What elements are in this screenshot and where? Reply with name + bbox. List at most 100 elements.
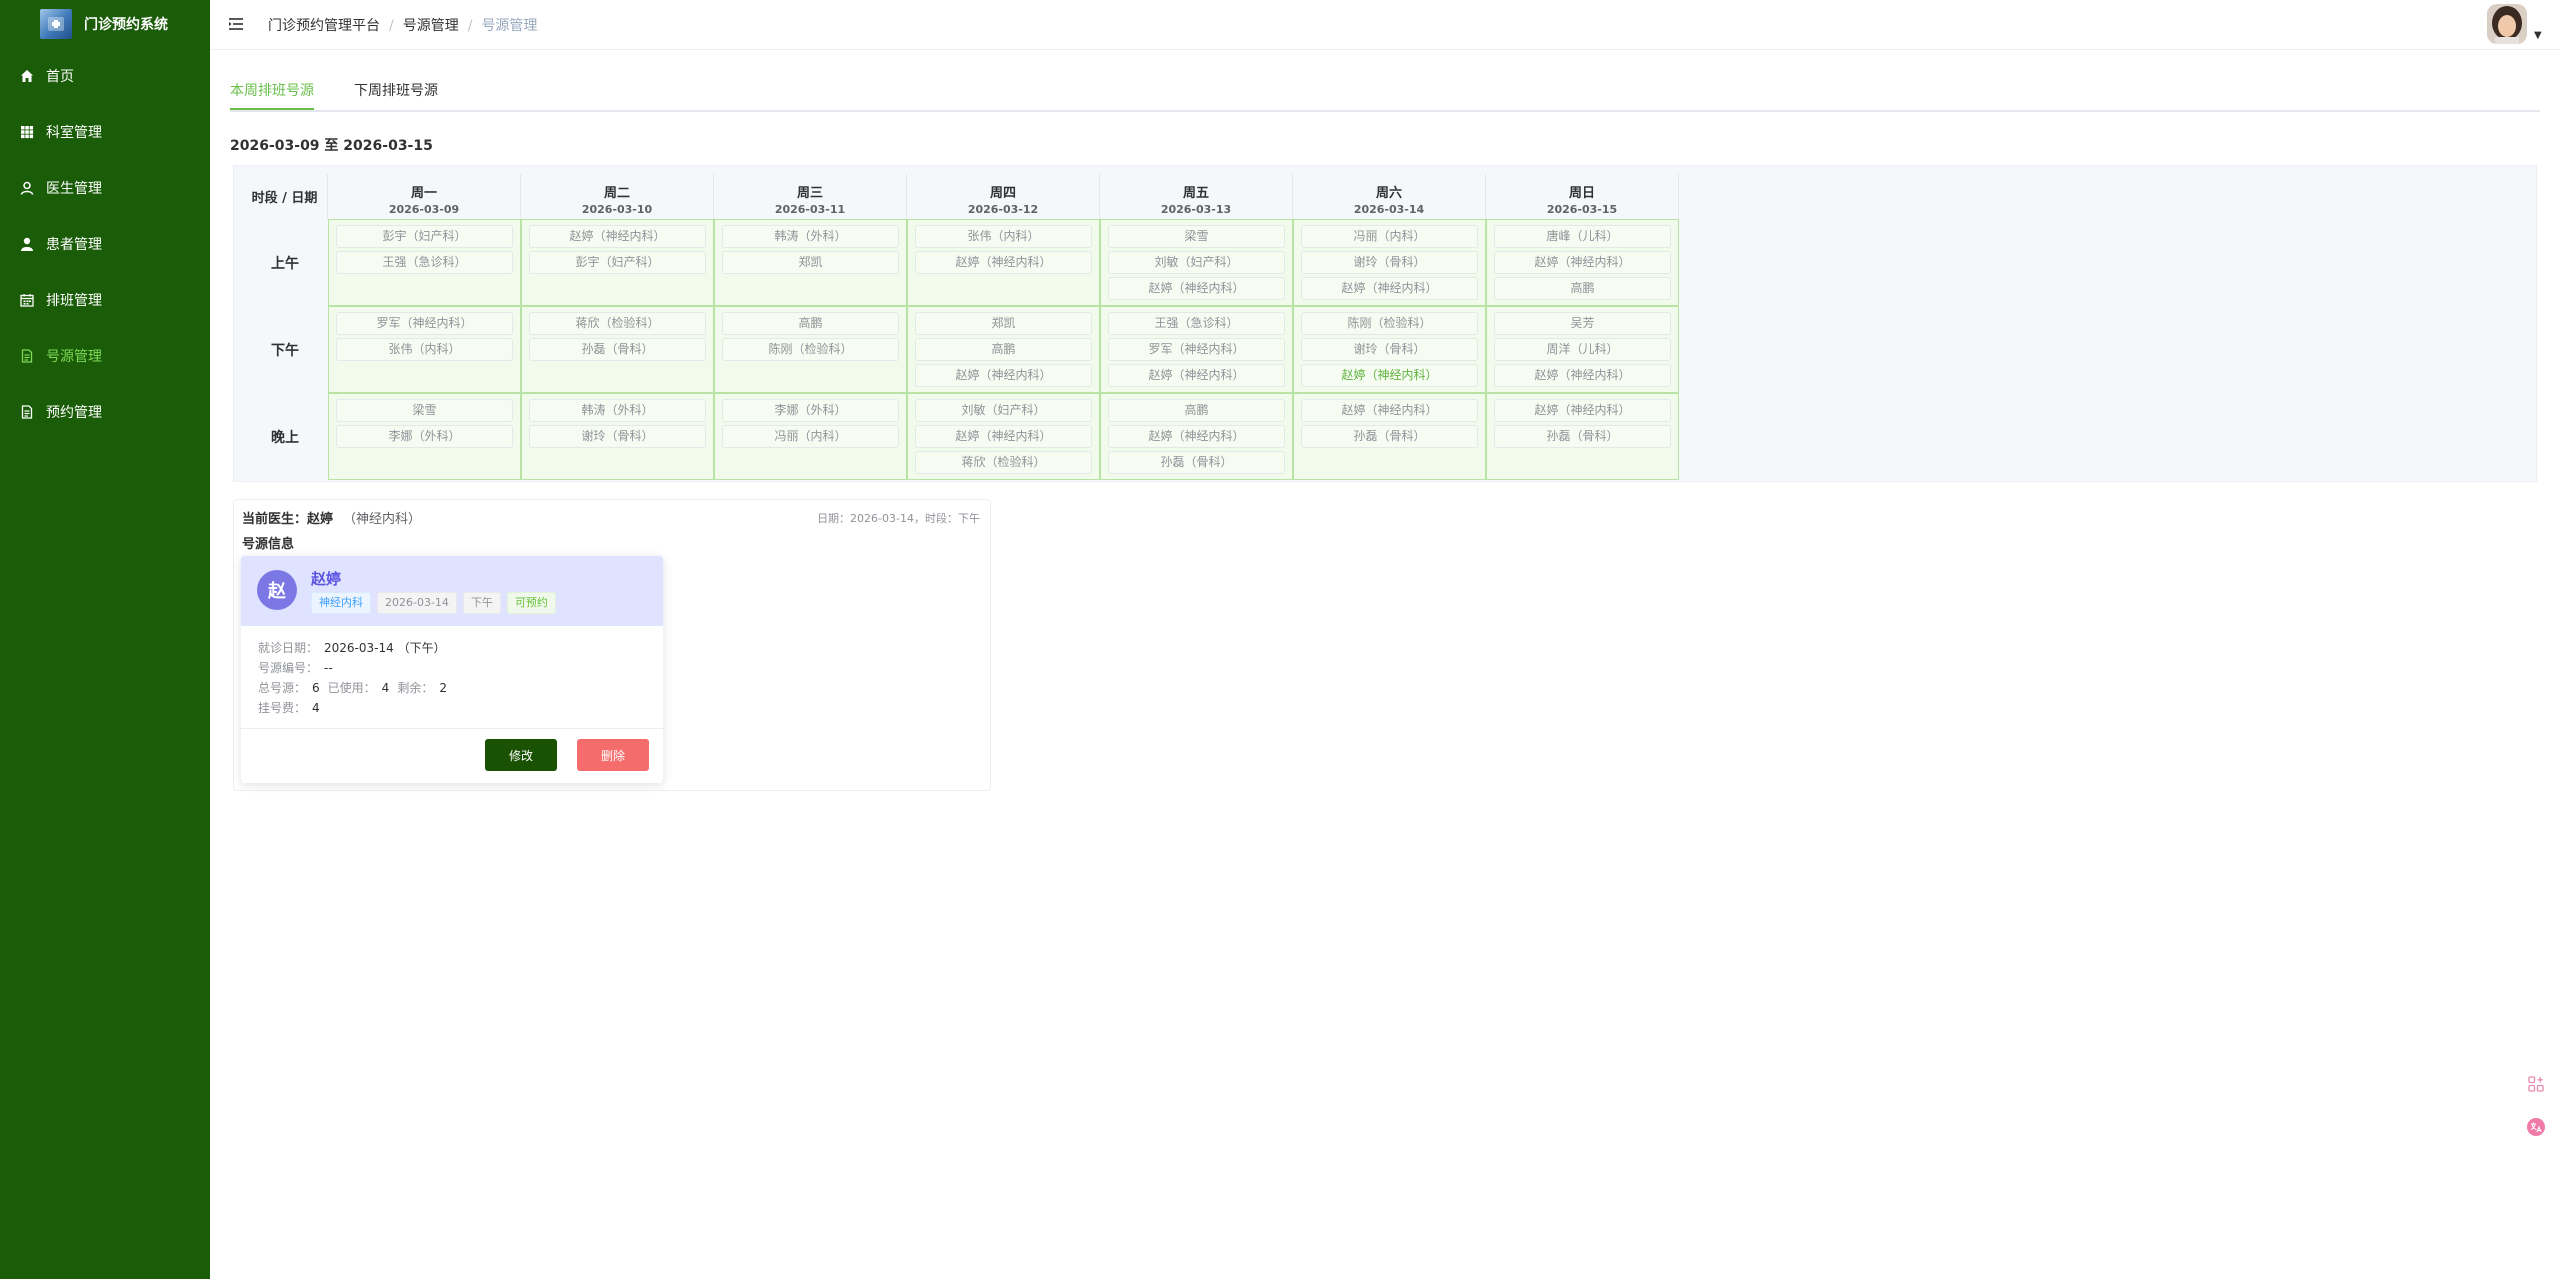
avatar-photo-icon	[2487, 4, 2527, 44]
schedule-cell: 韩涛（外科） 谢玲（骨科）	[521, 393, 714, 480]
schedule-slot[interactable]: 梁雪	[1108, 225, 1285, 248]
schedule-cell: 刘敏（妇产科） 赵婷（神经内科） 蒋欣（检验科）	[907, 393, 1100, 480]
schedule-slot[interactable]: 王强（急诊科）	[336, 251, 513, 274]
schedule-slot[interactable]: 赵婷（神经内科）	[1108, 277, 1285, 300]
day-date: 2026-03-14	[1353, 203, 1425, 216]
doctor-name: 赵婷	[311, 570, 342, 588]
current-doctor: 当前医生：赵婷 （神经内科）	[242, 508, 421, 527]
day-date: 2026-03-11	[774, 203, 846, 216]
current-doctor-name: 赵婷	[307, 512, 334, 527]
user-avatar[interactable]	[2487, 4, 2527, 44]
week-range: 2026-03-09 至 2026-03-15	[230, 138, 433, 154]
tab-next-week[interactable]: 下周排班号源	[354, 80, 438, 108]
schedule-slot[interactable]: 冯丽（内科）	[722, 425, 899, 448]
breadcrumb-item[interactable]: 门诊预约管理平台	[268, 18, 380, 34]
schedule-cell: 梁雪刘敏（妇产科） 赵婷（神经内科）	[1100, 219, 1293, 306]
schedule-slot[interactable]: 唐峰（儿科）	[1494, 225, 1671, 248]
schedule-slot[interactable]: 李娜（外科）	[336, 425, 513, 448]
day-name: 周六	[1375, 186, 1402, 201]
schedule-slot[interactable]: 罗军（神经内科）	[1108, 338, 1285, 361]
caret-down-icon[interactable]: ▼	[2534, 30, 2542, 41]
schedule-slot[interactable]: 王强（急诊科）	[1108, 312, 1285, 335]
translate-icon[interactable]	[2526, 1117, 2546, 1137]
sidebar-item-patients[interactable]: 患者管理	[0, 216, 210, 272]
slot-code-row: 号源编号： --	[258, 658, 646, 678]
schedule-cell: 赵婷（神经内科） 孙磊（骨科）	[1293, 393, 1486, 480]
sidebar-item-home[interactable]: 首页	[0, 48, 210, 104]
schedule-slot[interactable]: 孙磊（骨科）	[529, 338, 706, 361]
apps-add-icon[interactable]	[2527, 1075, 2545, 1093]
schedule-slot[interactable]: 赵婷（神经内科）	[1494, 399, 1671, 422]
schedule-slot[interactable]: 彭宇（妇产科）	[336, 225, 513, 248]
sidebar-item-label: 医生管理	[46, 181, 102, 197]
edit-button[interactable]: 修改	[485, 739, 557, 771]
schedule-slot[interactable]: 孙磊（骨科）	[1301, 425, 1478, 448]
top-header: 门诊预约管理平台 / 号源管理 / 号源管理 ▼	[210, 0, 2560, 50]
schedule-slot[interactable]: 赵婷（神经内科）	[1494, 251, 1671, 274]
schedule-slot[interactable]: 赵婷（神经内科）	[915, 425, 1092, 448]
sidebar-item-departments[interactable]: 科室管理	[0, 104, 210, 160]
sidebar-item-slots[interactable]: 号源管理	[0, 328, 210, 384]
schedule-slot[interactable]: 高鹏	[722, 312, 899, 335]
schedule-slot[interactable]: 谢玲（骨科）	[1301, 338, 1478, 361]
schedule-slot[interactable]: 赵婷（神经内科）	[915, 364, 1092, 387]
schedule-slot[interactable]: 罗军（神经内科）	[336, 312, 513, 335]
schedule-cell: 梁雪李娜（外科）	[328, 393, 521, 480]
schedule-slot[interactable]: 赵婷（神经内科）	[529, 225, 706, 248]
current-doctor-label: 当前医生：	[242, 512, 308, 527]
schedule-slot[interactable]: 彭宇（妇产科）	[529, 251, 706, 274]
menu-fold-icon[interactable]	[227, 15, 245, 33]
schedule-slot[interactable]: 高鹏	[1108, 399, 1285, 422]
schedule-slot[interactable]: 韩涛（外科）	[529, 399, 706, 422]
day-name: 周四	[989, 186, 1016, 201]
schedule-slot[interactable]: 赵婷（神经内科）	[1301, 399, 1478, 422]
sidebar-item-label: 预约管理	[46, 405, 102, 421]
tab-this-week[interactable]: 本周排班号源	[230, 80, 314, 110]
schedule-cell: 唐峰（儿科） 赵婷（神经内科） 高鹏	[1486, 219, 1679, 306]
schedule-slot[interactable]: 谢玲（骨科）	[1301, 251, 1478, 274]
schedule-slot[interactable]: 刘敏（妇产科）	[915, 399, 1092, 422]
schedule-slot[interactable]: 高鹏	[1494, 277, 1671, 300]
schedule-slot[interactable]: 赵婷（神经内科）	[915, 251, 1092, 274]
current-doctor-dept: （神经内科）	[343, 512, 422, 527]
schedule-slot[interactable]: 赵婷（神经内科）	[1301, 364, 1478, 387]
schedule-slot[interactable]: 陈刚（检验科）	[1301, 312, 1478, 335]
delete-button[interactable]: 删除	[577, 739, 649, 771]
schedule-slot[interactable]: 赵婷（神经内科）	[1494, 364, 1671, 387]
day-date: 2026-03-10	[581, 203, 653, 216]
schedule-slot[interactable]: 蒋欣（检验科）	[529, 312, 706, 335]
schedule-slot[interactable]: 蒋欣（检验科）	[915, 451, 1092, 474]
document-icon	[21, 349, 33, 363]
schedule-slot[interactable]: 梁雪	[336, 399, 513, 422]
schedule-slot[interactable]: 高鹏	[915, 338, 1092, 361]
status-badge: 可预约	[506, 592, 556, 614]
dept-tag: 神经内科	[311, 592, 371, 614]
schedule-slot[interactable]: 冯丽（内科）	[1301, 225, 1478, 248]
schedule-slot[interactable]: 孙磊（骨科）	[1494, 425, 1671, 448]
schedule-slot[interactable]: 张伟（内科）	[336, 338, 513, 361]
schedule-slot[interactable]: 吴芳	[1494, 312, 1671, 335]
schedule-slot[interactable]: 刘敏（妇产科）	[1108, 251, 1285, 274]
schedule-slot[interactable]: 张伟（内科）	[915, 225, 1092, 248]
schedule-slot[interactable]: 李娜（外科）	[722, 399, 899, 422]
sidebar-item-appointments[interactable]: 预约管理	[0, 384, 210, 440]
schedule-slot[interactable]: 赵婷（神经内科）	[1108, 425, 1285, 448]
user-solid-icon	[21, 237, 33, 251]
fee-row: 挂号费： 4	[258, 698, 646, 718]
schedule-slot[interactable]: 赵婷（神经内科）	[1301, 277, 1478, 300]
schedule-slot[interactable]: 孙磊（骨科）	[1108, 451, 1285, 474]
schedule-slot[interactable]: 陈刚（检验科）	[722, 338, 899, 361]
schedule-slot[interactable]: 郑凯	[915, 312, 1092, 335]
schedule-slot[interactable]: 韩涛（外科）	[722, 225, 899, 248]
schedule-cell: 冯丽（内科） 谢玲（骨科） 赵婷（神经内科）	[1293, 219, 1486, 306]
schedule-slot[interactable]: 郑凯	[722, 251, 899, 274]
schedule-slot[interactable]: 周洋（儿科）	[1494, 338, 1671, 361]
schedule-cell: 蒋欣（检验科） 孙磊（骨科）	[521, 306, 714, 393]
breadcrumb-item[interactable]: 号源管理	[403, 18, 459, 34]
sidebar-item-doctors[interactable]: 医生管理	[0, 160, 210, 216]
used-label: 已使用：	[327, 681, 376, 695]
schedule-slot[interactable]: 谢玲（骨科）	[529, 425, 706, 448]
schedule-grid: 时段 / 日期 周一 2026-03-09 周二 2026-03-10 周三 2026-0…	[233, 165, 2537, 482]
schedule-slot[interactable]: 赵婷（神经内科）	[1108, 364, 1285, 387]
sidebar-item-scheduling[interactable]: 排班管理	[0, 272, 210, 328]
